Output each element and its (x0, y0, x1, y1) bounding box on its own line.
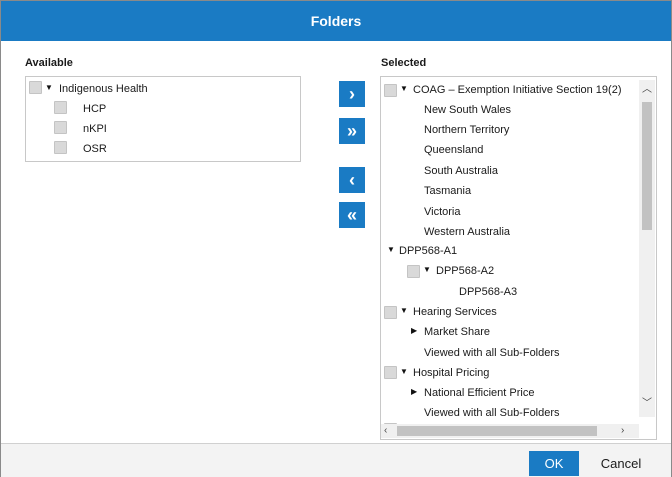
caret-down-icon[interactable]: ▼ (400, 367, 408, 377)
checkbox-dpp568-a2[interactable] (407, 265, 420, 278)
tree-item-queensland[interactable]: Queensland (424, 143, 483, 157)
dialog-titlebar: Folders (1, 1, 671, 41)
available-label: Available (25, 57, 73, 69)
checkbox-hcp[interactable] (54, 101, 67, 114)
tree-item-tasmania[interactable]: Tasmania (424, 184, 471, 198)
tree-item-hearing-services[interactable]: Hearing Services (413, 305, 497, 319)
selected-label: Selected (381, 57, 427, 69)
tree-item-osr[interactable]: OSR (83, 142, 107, 156)
caret-down-icon[interactable]: ▼ (387, 245, 395, 255)
horizontal-scrollbar[interactable]: ‹ › (381, 424, 639, 438)
tree-item-hcp[interactable]: HCP (83, 102, 106, 116)
tree-item-victoria[interactable]: Victoria (424, 205, 460, 219)
move-left-button[interactable]: ‹ (339, 167, 365, 193)
scroll-right-icon[interactable]: › (621, 425, 624, 437)
move-all-right-button[interactable]: » (339, 118, 365, 144)
caret-down-icon[interactable]: ▼ (423, 265, 431, 275)
caret-right-icon[interactable]: ▶ (411, 326, 417, 336)
tree-item-nkpi[interactable]: nKPI (83, 122, 107, 136)
selected-tree: ▼ COAG – Exemption Initiative Section 19… (380, 76, 657, 440)
tree-item-market-share[interactable]: Market Share (424, 325, 490, 339)
ok-button[interactable]: OK (529, 451, 579, 476)
tree-item-dpp568-a2[interactable]: DPP568-A2 (436, 264, 494, 278)
checkbox-nkpi[interactable] (54, 121, 67, 134)
caret-down-icon[interactable]: ▼ (400, 84, 408, 94)
tree-item-dpp568-a3[interactable]: DPP568-A3 (459, 285, 517, 299)
available-tree: ▼ Indigenous Health HCP nKPI OSR (25, 76, 301, 162)
scroll-left-icon[interactable]: ‹ (384, 425, 387, 437)
cancel-button[interactable]: Cancel (591, 451, 651, 476)
checkbox-osr[interactable] (54, 141, 67, 154)
tree-item-northern-territory[interactable]: Northern Territory (424, 123, 509, 137)
tree-item-viewed-all-subfolders-1[interactable]: Viewed with all Sub-Folders (424, 346, 560, 360)
tree-item-coag[interactable]: COAG – Exemption Initiative Section 19(2… (413, 83, 621, 97)
tree-item-national-efficient-price[interactable]: National Efficient Price (424, 386, 534, 400)
tree-item-viewed-all-subfolders-2[interactable]: Viewed with all Sub-Folders (424, 406, 560, 420)
vertical-scroll-thumb[interactable] (642, 102, 652, 230)
tree-item-new-south-wales[interactable]: New South Wales (424, 103, 511, 117)
checkbox-indigenous-health[interactable] (29, 81, 42, 94)
caret-down-icon[interactable]: ▼ (45, 83, 53, 93)
tree-item-south-australia[interactable]: South Australia (424, 164, 498, 178)
tree-item-hospital-pricing[interactable]: Hospital Pricing (413, 366, 489, 380)
folders-dialog: Folders Available ▼ Indigenous Health HC… (0, 0, 672, 477)
checkbox-hearing-services[interactable] (384, 306, 397, 319)
scroll-down-icon[interactable]: ﹀ (642, 398, 652, 410)
checkbox-coag[interactable] (384, 84, 397, 97)
scroll-up-icon[interactable]: ︿ (642, 84, 652, 96)
tree-item-western-australia[interactable]: Western Australia (424, 225, 510, 239)
move-right-button[interactable]: › (339, 81, 365, 107)
horizontal-scroll-thumb[interactable] (397, 426, 597, 436)
checkbox-hospital-pricing[interactable] (384, 366, 397, 379)
dialog-title: Folders (310, 13, 362, 29)
move-all-left-button[interactable]: « (339, 202, 365, 228)
vertical-scrollbar[interactable]: ︿ ﹀ (639, 80, 655, 417)
caret-down-icon[interactable]: ▼ (400, 306, 408, 316)
caret-right-icon[interactable]: ▶ (411, 387, 417, 397)
tree-item-indigenous-health[interactable]: Indigenous Health (59, 82, 148, 96)
tree-item-dpp568-a1[interactable]: DPP568-A1 (399, 244, 457, 258)
